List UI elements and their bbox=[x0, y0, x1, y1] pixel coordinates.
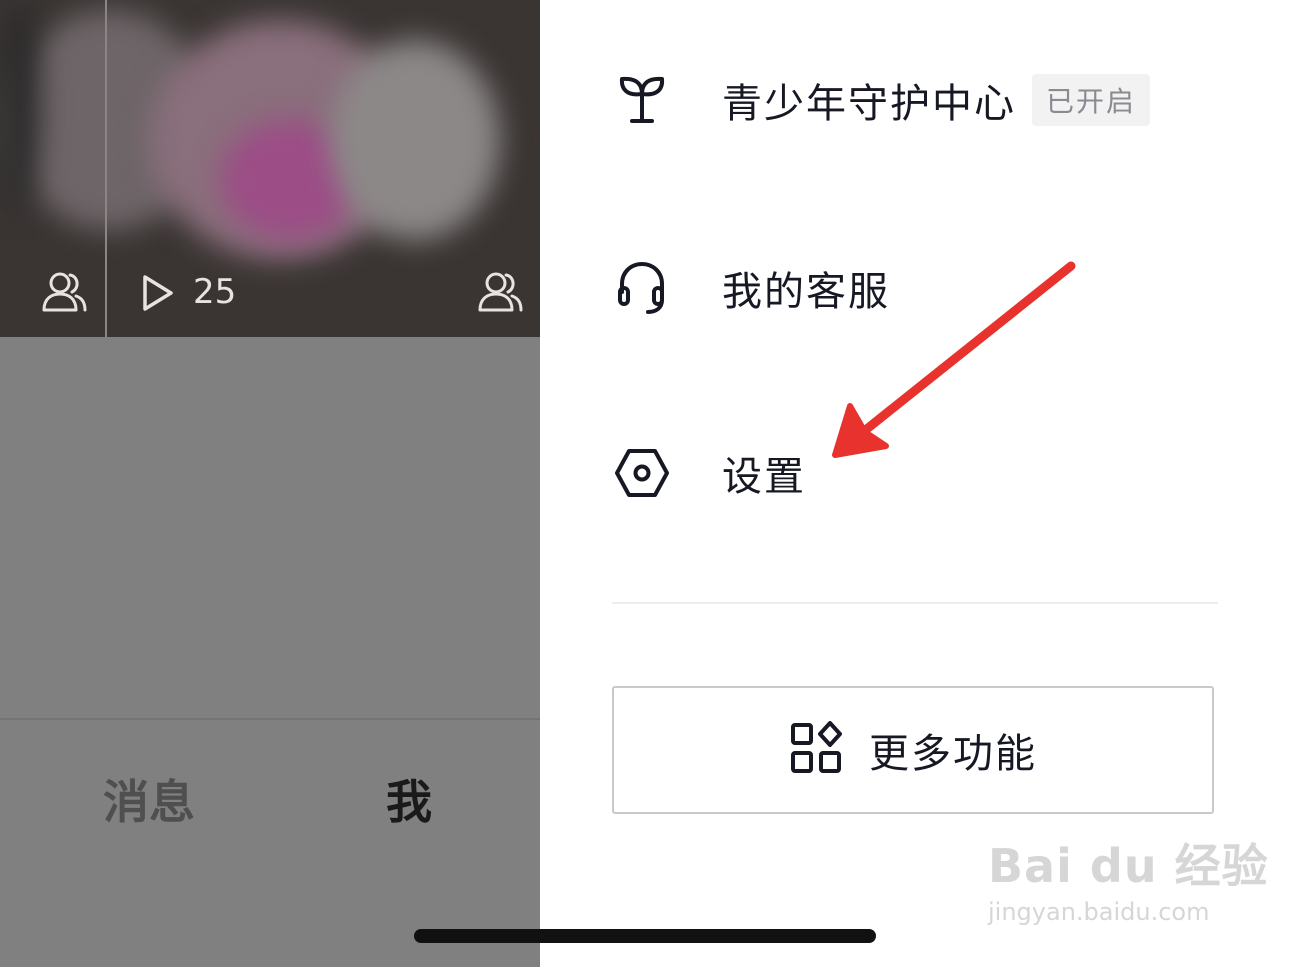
thumbnail-blur bbox=[0, 0, 40, 210]
watermark-url: jingyan.baidu.com bbox=[988, 898, 1210, 926]
apps-grid-icon bbox=[789, 721, 843, 779]
menu-item-label: 我的客服 bbox=[722, 269, 890, 315]
tab-me[interactable]: 我 bbox=[386, 766, 432, 832]
play-icon bbox=[143, 275, 173, 311]
side-drawer: 青少年守护中心 已开启 我的客服 设置 更多功能 bbox=[540, 0, 1290, 967]
menu-item-customer-service[interactable]: 我的客服 bbox=[612, 258, 890, 318]
menu-item-settings[interactable]: 设置 bbox=[612, 443, 806, 503]
baidu-watermark: Bai du 经验 jingyan.baidu.com bbox=[988, 830, 1269, 926]
thumbnail-divider bbox=[105, 0, 107, 337]
headset-icon bbox=[612, 258, 672, 318]
tab-bar-divider bbox=[0, 718, 540, 720]
tab-messages[interactable]: 消息 bbox=[103, 766, 195, 832]
settings-hexagon-icon bbox=[612, 443, 672, 503]
thumbnail-blur bbox=[330, 40, 500, 240]
video-thumbnails: 25 bbox=[0, 0, 540, 337]
more-features-button[interactable]: 更多功能 bbox=[612, 686, 1214, 814]
drawer-divider bbox=[612, 602, 1218, 604]
status-badge: 已开启 bbox=[1032, 74, 1151, 126]
menu-item-label: 青少年守护中心 bbox=[722, 81, 1016, 127]
menu-item-label: 设置 bbox=[722, 454, 806, 500]
home-indicator[interactable] bbox=[414, 929, 876, 943]
play-count: 25 bbox=[193, 272, 237, 312]
friends-icon bbox=[478, 272, 523, 312]
watermark-logo: Bai du 经验 bbox=[988, 839, 1269, 893]
friends-icon bbox=[42, 272, 87, 312]
sprout-icon bbox=[612, 70, 672, 130]
more-features-label: 更多功能 bbox=[869, 731, 1037, 777]
dimmed-background[interactable]: 25 消息 我 bbox=[0, 0, 540, 967]
menu-item-youth-protection[interactable]: 青少年守护中心 已开启 bbox=[612, 70, 1151, 130]
